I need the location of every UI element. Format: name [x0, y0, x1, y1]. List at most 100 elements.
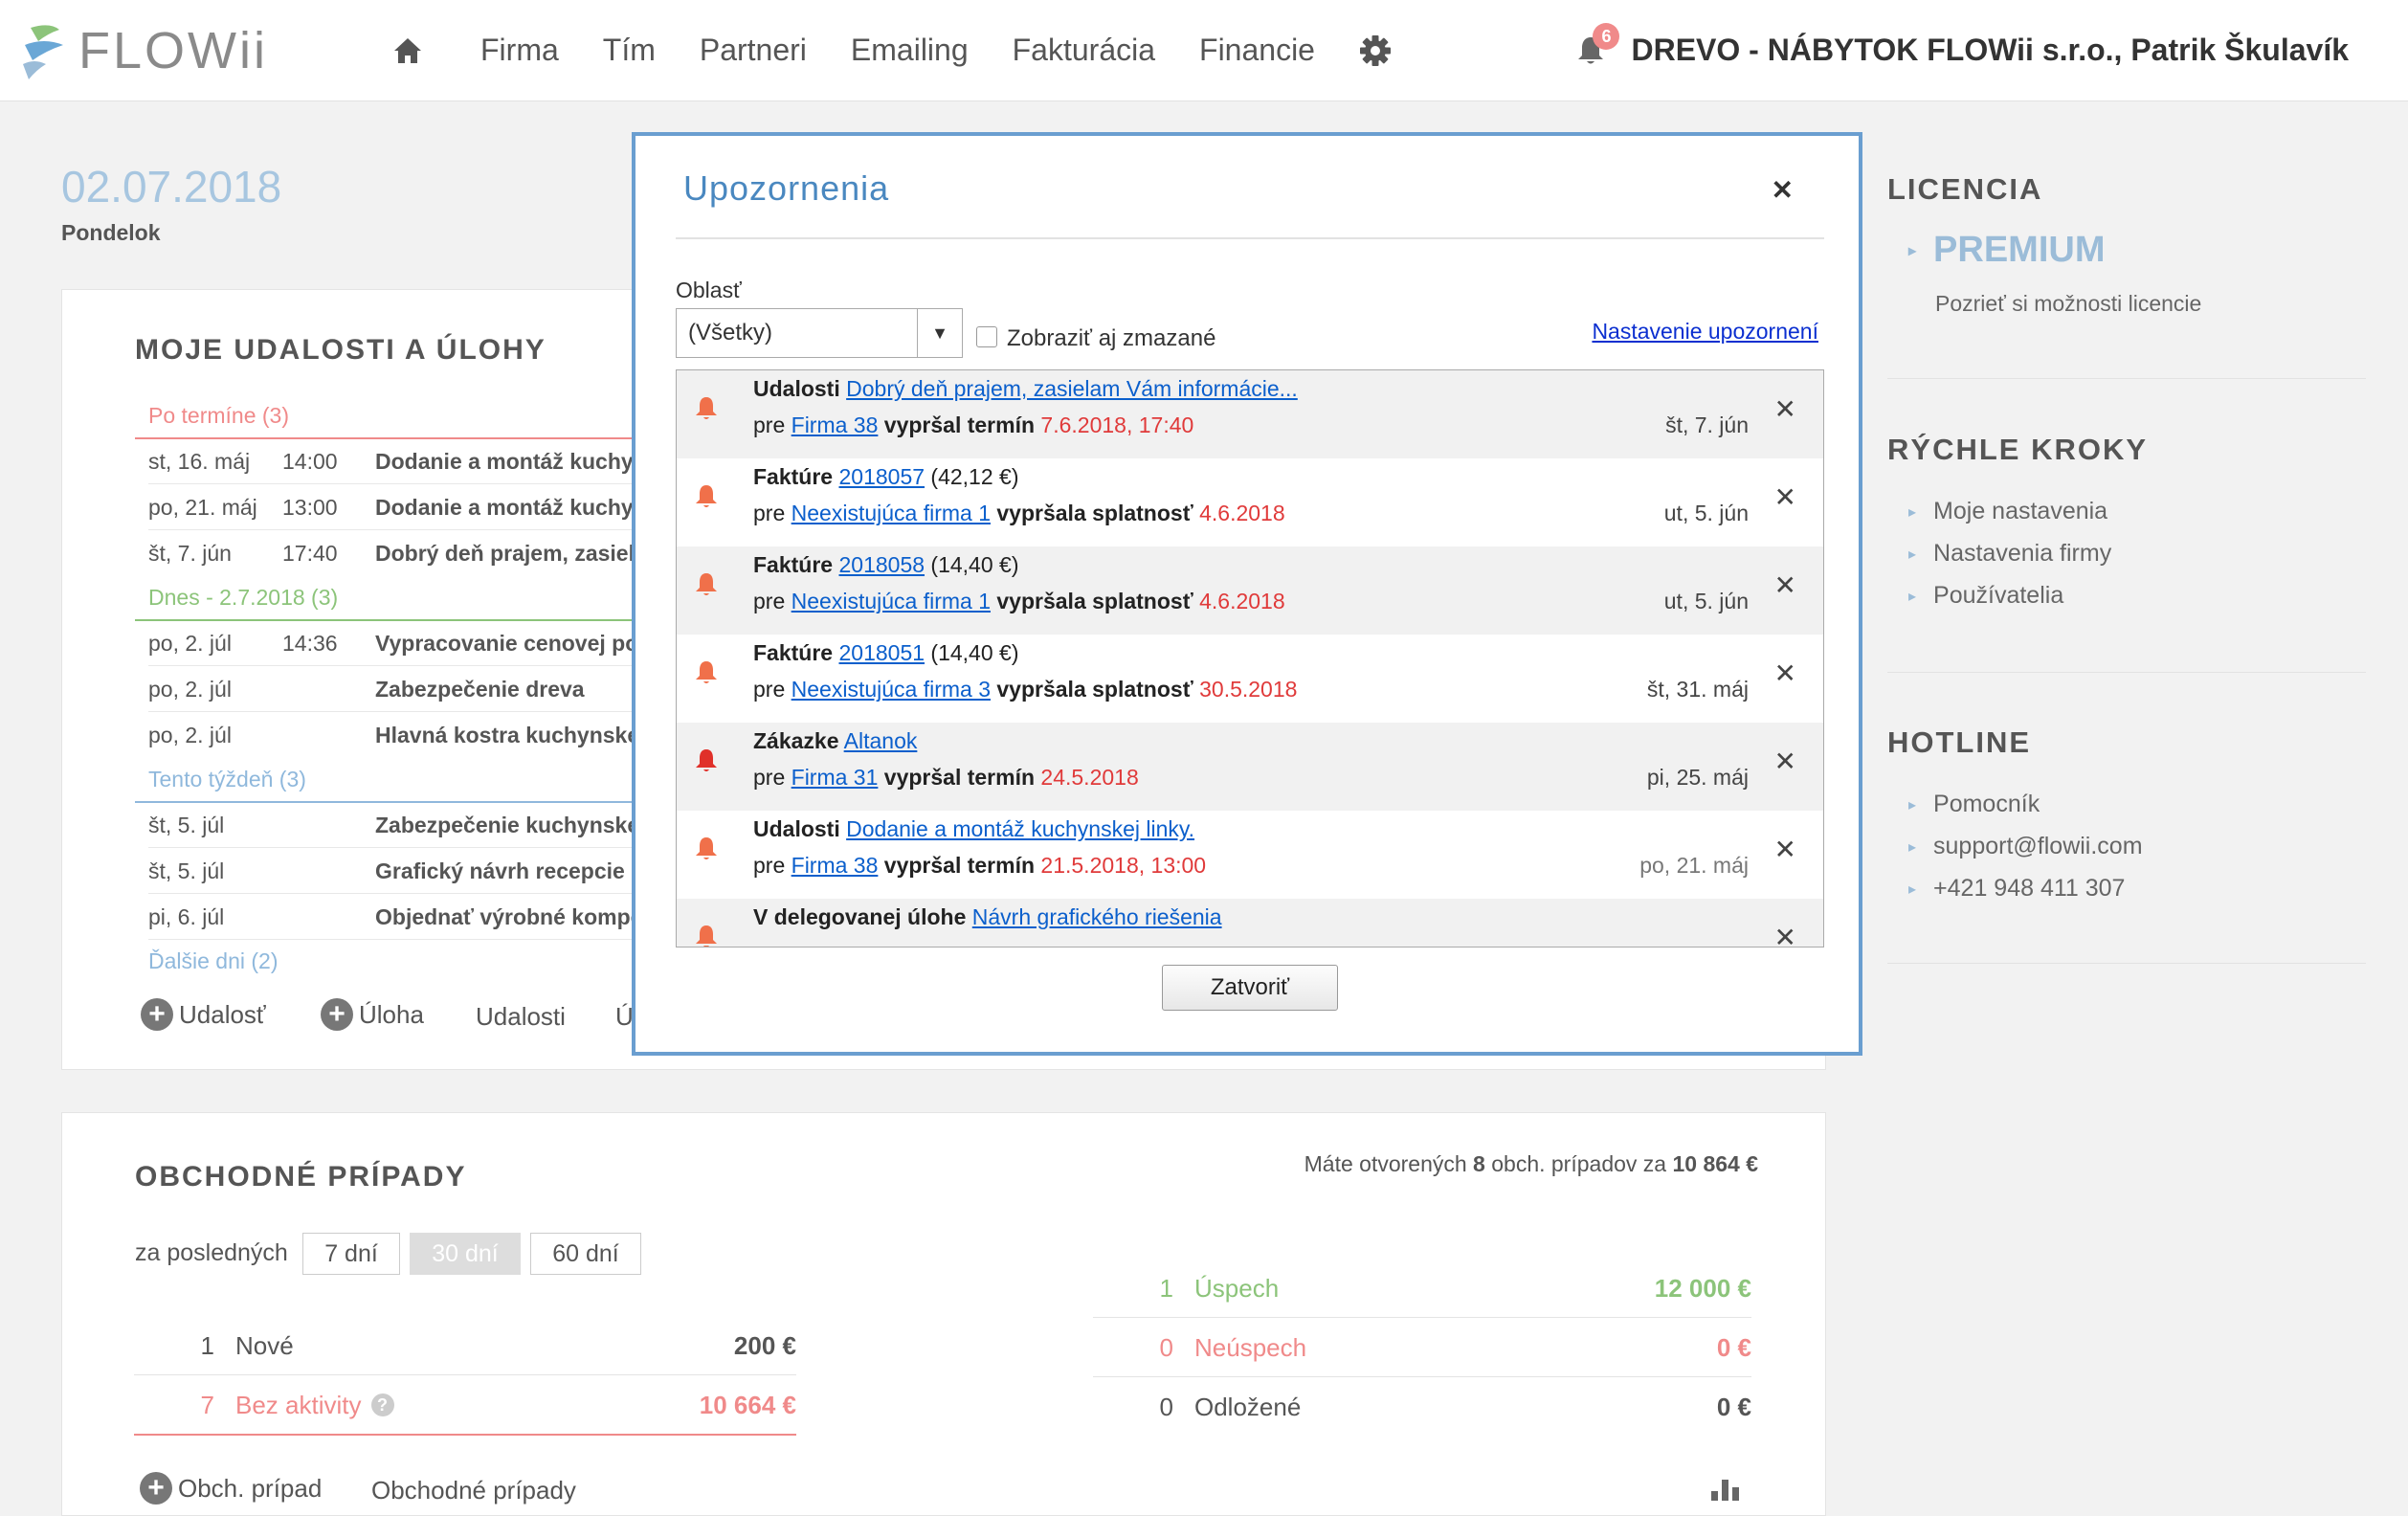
dismiss-notification-icon[interactable]: ✕: [1774, 393, 1796, 425]
area-select[interactable]: (Všetky) ▼: [676, 308, 963, 358]
nav-item-emailing[interactable]: Emailing: [851, 33, 969, 68]
brand-name: FLOWii: [78, 22, 268, 79]
tasks-link[interactable]: Ú: [615, 1002, 634, 1032]
chevron-down-icon: ▼: [917, 309, 962, 357]
nav-item-financie[interactable]: Financie: [1199, 33, 1315, 68]
notification-partner-link[interactable]: Neexistujúca firma 1: [792, 589, 991, 613]
notification-partner-link[interactable]: Neexistujúca firma 1: [792, 501, 991, 525]
company-user-name[interactable]: DREVO - NÁBYTOK FLOWii s.r.o., Patrik Šk…: [1631, 33, 2349, 68]
notification-item[interactable]: Udalosti Dodanie a montáž kuchynskej lin…: [677, 811, 1823, 899]
show-deleted-label[interactable]: Zobraziť aj zmazané: [1007, 325, 1215, 352]
notification-item[interactable]: Faktúre 2018057 (42,12 €) pre Neexistujú…: [677, 458, 1823, 546]
notification-ref-link[interactable]: Altanok: [844, 728, 918, 753]
add-business-case-button[interactable]: + Obch. prípad: [140, 1472, 322, 1505]
notification-item[interactable]: Faktúre 2018051 (14,40 €) pre Neexistujú…: [677, 635, 1823, 723]
period-30-days-button[interactable]: 30 dní: [410, 1233, 521, 1275]
stat-row-postponed[interactable]: 0 Odložené 0 €: [1093, 1378, 1751, 1436]
dismiss-notification-icon[interactable]: ✕: [1774, 746, 1796, 777]
logo[interactable]: FLOWii: [21, 17, 268, 84]
notification-ref-link[interactable]: Návrh grafického riešenia: [972, 904, 1222, 929]
notification-kind: Faktúre: [753, 552, 834, 577]
notification-deadline: 24.5.2018: [1040, 765, 1139, 790]
period-7-days-button[interactable]: 7 dní: [302, 1233, 400, 1275]
hotline-help-link[interactable]: ▸ Pomocník: [1908, 791, 2040, 818]
bar-chart-icon[interactable]: [1711, 1474, 1744, 1501]
section-today-label[interactable]: Dnes - 2.7.2018 (3): [148, 585, 338, 611]
dismiss-notification-icon[interactable]: ✕: [1774, 569, 1796, 601]
stat-row-inactive[interactable]: 7 Bez aktivity ? 10 664 €: [134, 1376, 796, 1436]
stat-count: 1: [200, 1330, 214, 1360]
notifications-list[interactable]: Udalosti Dobrý deň prajem, zasielam Vám …: [676, 369, 1824, 948]
notification-item[interactable]: Zákazke Altanok pre Firma 31 vypršal ter…: [677, 723, 1823, 811]
stat-row-success[interactable]: 1 Úspech 12 000 €: [1093, 1260, 1751, 1318]
home-nav-item[interactable]: [392, 36, 423, 65]
section-more-days-label[interactable]: Ďalšie dni (2): [148, 948, 279, 974]
quick-step-company-settings[interactable]: ▸ Nastavenia firmy: [1908, 540, 2111, 568]
notification-partner-link[interactable]: Neexistujúca firma 3: [792, 677, 991, 702]
sidebar-divider: [1887, 672, 2366, 673]
stat-row-failure[interactable]: 0 Neúspech 0 €: [1093, 1319, 1751, 1377]
nav-item-tim[interactable]: Tím: [603, 33, 656, 68]
event-time: 14:36: [282, 630, 338, 656]
notification-ref-link[interactable]: 2018057: [838, 464, 925, 489]
bell-icon: [696, 925, 717, 947]
event-name: Dobrý deň prajem, zasielam: [375, 540, 667, 566]
close-modal-button[interactable]: Zatvoriť: [1162, 965, 1338, 1011]
stat-value: 200 €: [733, 1330, 796, 1360]
current-weekday: Pondelok: [61, 220, 161, 245]
notification-ref-link[interactable]: Dobrý deň prajem, zasielam Vám informáci…: [846, 376, 1298, 401]
current-date: 02.07.2018: [61, 162, 282, 212]
notification-amount: (14,40 €): [925, 640, 1019, 665]
plus-circle-icon: +: [321, 998, 353, 1031]
flowii-logo-icon: [23, 25, 63, 79]
stat-label: Nové: [235, 1330, 294, 1360]
events-link[interactable]: Udalosti: [476, 1002, 566, 1032]
quick-step-users[interactable]: ▸ Používatelia: [1908, 582, 2063, 610]
licence-plan[interactable]: ▸ PREMIUM: [1908, 230, 2105, 271]
add-event-button[interactable]: + Udalosť: [141, 998, 266, 1031]
notification-settings-link[interactable]: Nastavenie upozornení: [1592, 319, 1818, 345]
dismiss-notification-icon[interactable]: ✕: [1774, 834, 1796, 865]
notification-item[interactable]: Faktúre 2018058 (14,40 €) pre Neexistujú…: [677, 546, 1823, 635]
notification-partner-link[interactable]: Firma 38: [792, 412, 879, 437]
notification-ref-link[interactable]: 2018051: [838, 640, 925, 665]
section-overdue-label[interactable]: Po termíne (3): [148, 403, 289, 429]
notification-kind: Udalosti: [753, 376, 840, 401]
dismiss-notification-icon[interactable]: ✕: [1774, 658, 1796, 689]
notification-item[interactable]: V delegovanej úlohe Návrh grafického rie…: [677, 899, 1823, 947]
notification-kind: Zákazke: [753, 728, 839, 753]
settings-nav-item[interactable]: [1359, 34, 1392, 67]
quick-step-label: Používatelia: [1933, 582, 2064, 609]
business-cases-link[interactable]: Obchodné prípady: [371, 1476, 576, 1505]
account-area: 6 DREVO - NÁBYTOK FLOWii s.r.o., Patrik …: [1575, 23, 2349, 69]
section-this-week-label[interactable]: Tento týždeň (3): [148, 767, 306, 792]
help-icon[interactable]: ?: [370, 1393, 394, 1416]
notification-partner-link[interactable]: Firma 38: [792, 853, 879, 878]
notification-partner-link[interactable]: Firma 31: [792, 765, 879, 790]
modal-divider: [676, 237, 1824, 239]
add-task-button[interactable]: + Úloha: [321, 998, 424, 1031]
quick-steps-title: RÝCHLE KROKY: [1887, 433, 2149, 466]
quick-step-my-settings[interactable]: ▸ Moje nastavenia: [1908, 498, 2107, 525]
stat-row-new[interactable]: 1 Nové 200 €: [134, 1317, 796, 1375]
period-60-days-button[interactable]: 60 dní: [530, 1233, 641, 1275]
show-deleted-checkbox[interactable]: [976, 326, 997, 347]
hotline-phone-link[interactable]: ▸ +421 948 411 307: [1908, 875, 2125, 903]
dismiss-notification-icon[interactable]: ✕: [1774, 481, 1796, 513]
nav-item-partneri[interactable]: Partneri: [700, 33, 807, 68]
licence-options-link[interactable]: Pozrieť si možnosti licencie: [1935, 291, 2201, 317]
notification-item[interactable]: Udalosti Dobrý deň prajem, zasielam Vám …: [677, 370, 1823, 458]
notification-ref-link[interactable]: Dodanie a montáž kuchynskej linky.: [846, 816, 1194, 841]
close-icon[interactable]: ✕: [1772, 174, 1794, 206]
stat-count: 1: [1159, 1273, 1173, 1303]
hotline-email-link[interactable]: ▸ support@flowii.com: [1908, 833, 2143, 860]
dismiss-notification-icon[interactable]: ✕: [1774, 922, 1796, 947]
event-time: 14:00: [282, 448, 338, 474]
quick-step-label: Moje nastavenia: [1933, 498, 2108, 524]
notification-ref-link[interactable]: 2018058: [838, 552, 925, 577]
nav-item-firma[interactable]: Firma: [480, 33, 559, 68]
event-date: št, 5. júl: [148, 812, 225, 837]
nav-item-fakturacia[interactable]: Fakturácia: [1013, 33, 1155, 68]
stat-label: Neúspech: [1194, 1332, 1307, 1362]
notifications-button[interactable]: 6: [1575, 23, 1620, 69]
